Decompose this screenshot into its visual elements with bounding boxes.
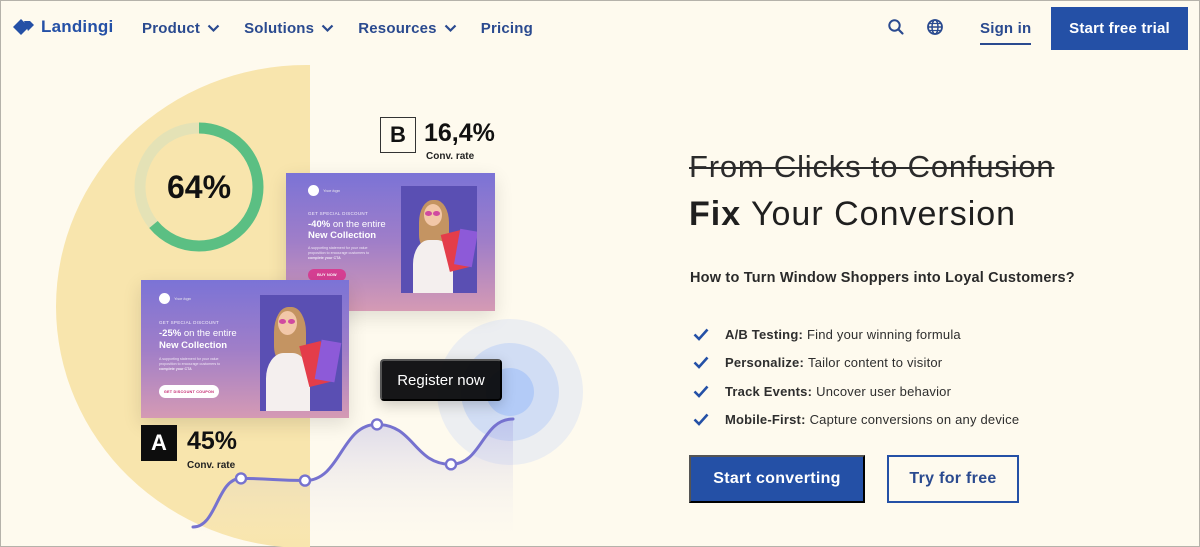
nav-item-resources[interactable]: Resources: [358, 20, 457, 37]
ad-brand: Your logo: [308, 185, 340, 196]
ad-eyebrow: Get special discount: [308, 211, 369, 216]
ad-discount: -25%: [159, 328, 182, 339]
feature-title: Personalize:: [725, 355, 804, 371]
variant-b-badge: B: [380, 117, 416, 153]
feature-text: Capture conversions on any device: [809, 412, 1020, 428]
ad-copy: A supporting statement for your value pr…: [308, 246, 373, 261]
ad-logo-icon: [159, 293, 170, 304]
start-converting-button[interactable]: Start converting: [689, 455, 865, 503]
feature-title: Mobile-First:: [725, 412, 806, 428]
ad-brand: Your logo: [159, 293, 191, 304]
trend-point: [370, 418, 384, 431]
variant-b-rate-caption: Conv. rate: [426, 151, 475, 162]
nav-item-label: Pricing: [480, 20, 533, 37]
feature-text: Find your winning formula: [807, 326, 961, 342]
try-for-free-button[interactable]: Try for free: [887, 455, 1019, 503]
hero-headline: Fix Your Conversion: [689, 195, 1016, 234]
chevron-down-icon: [207, 24, 220, 33]
ad-brand-text: Your logo: [174, 296, 191, 301]
chevron-down-icon: [321, 24, 334, 33]
globe-icon[interactable]: [926, 18, 944, 36]
feature-title: Track Events:: [725, 383, 813, 399]
feature-title: A/B Testing:: [725, 326, 803, 342]
trend-point: [444, 458, 458, 471]
ad-logo-icon: [308, 185, 319, 196]
checkmark-icon: [693, 356, 709, 370]
checkmark-icon: [693, 385, 709, 398]
register-now-button[interactable]: Register now: [380, 359, 502, 401]
feature-text: Tailor content to visitor: [808, 355, 943, 371]
progress-ring-label: 64%: [166, 168, 232, 205]
hero-subheading: How to Turn Window Shoppers into Loyal C…: [690, 270, 1075, 286]
headline-bold: Fix: [689, 195, 742, 233]
nav-item-product[interactable]: Product: [142, 20, 220, 37]
ad-offer-line2: New Collection: [308, 230, 377, 241]
trend-point: [234, 472, 248, 485]
nav-item-label: Resources: [358, 20, 437, 37]
trend-line-chart: [191, 417, 515, 547]
chevron-down-icon: [444, 24, 457, 33]
feature-item: Personalize: Tailor content to visitor: [693, 349, 1019, 378]
ad-offer: -40% on the entire: [308, 219, 386, 230]
variant-a-badge: A: [141, 425, 177, 461]
sign-in-link[interactable]: Sign in: [980, 20, 1032, 45]
variant-b-rate: 16,4%: [424, 119, 495, 147]
nav-item-label: Solutions: [244, 20, 315, 37]
nav-item-pricing[interactable]: Pricing: [481, 20, 533, 37]
checkmark-icon: [693, 413, 709, 427]
top-navigation: Landingi Product Solutions Resources Pri…: [1, 1, 1200, 57]
ad-discount: -40%: [308, 219, 331, 230]
ad-photo: [401, 186, 477, 293]
ad-copy-bold: complete your CTA: [308, 256, 341, 260]
checkmark-icon: [693, 328, 709, 341]
headline-rest: Your Conversion: [741, 195, 1017, 233]
logo-text: Landingi: [41, 17, 114, 36]
feature-item: Track Events: Uncover user behavior: [693, 377, 1019, 406]
feature-item: Mobile-First: Capture conversions on any …: [693, 406, 1019, 435]
trend-point: [298, 474, 312, 487]
feature-list: A/B Testing: Find your winning formula Pe…: [693, 320, 1019, 434]
feature-item: A/B Testing: Find your winning formula: [693, 320, 1019, 349]
nav-item-solutions[interactable]: Solutions: [244, 20, 334, 37]
ad-offer-text: on the entire: [330, 219, 386, 230]
nav-links: Product Solutions Resources Pricing: [142, 20, 557, 37]
logo[interactable]: Landingi: [13, 17, 113, 37]
strikethrough-title: From Clicks to Confusion: [689, 149, 1055, 184]
feature-text: Uncover user behavior: [816, 383, 952, 399]
start-free-trial-button[interactable]: Start free trial: [1051, 7, 1188, 50]
logo-mark-icon: [13, 19, 34, 35]
search-icon[interactable]: [887, 18, 905, 36]
ad-brand-text: Your logo: [323, 188, 340, 193]
nav-item-label: Product: [142, 20, 201, 37]
